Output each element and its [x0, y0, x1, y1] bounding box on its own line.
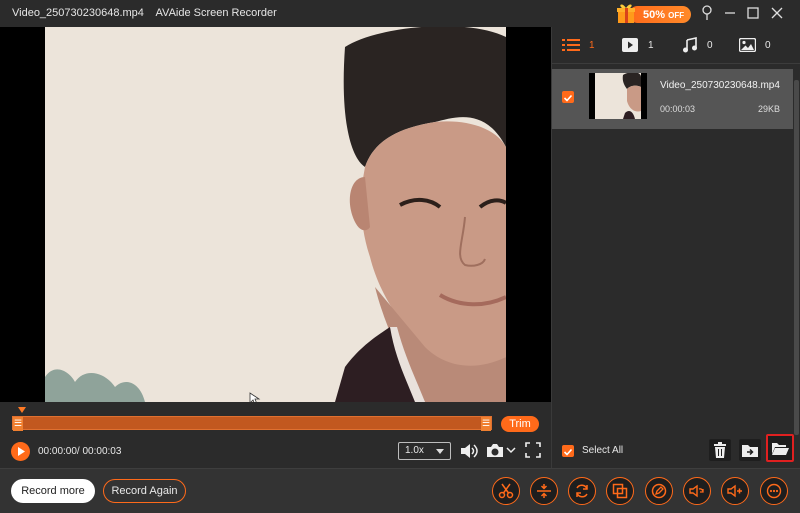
- tab-video-count: 1: [648, 40, 654, 51]
- record-more-button[interactable]: Record more: [11, 479, 95, 503]
- scissors-icon: [498, 483, 514, 499]
- chevron-down-icon[interactable]: [506, 446, 516, 454]
- file-duration: 00:00:03: [660, 104, 696, 114]
- volume-boost-tool-button[interactable]: [721, 477, 749, 505]
- promo-suffix: OFF: [668, 11, 685, 20]
- speed-value: 1.0x: [405, 445, 424, 456]
- trash-icon: [714, 442, 726, 458]
- promo-percent: 50%: [643, 9, 666, 21]
- playback-time: 00:00:00/ 00:00:03: [38, 446, 122, 457]
- checkmark-icon: [563, 448, 573, 456]
- play-icon: [18, 447, 25, 456]
- select-all-label[interactable]: Select All: [582, 445, 623, 456]
- cut-tool-button[interactable]: [492, 477, 520, 505]
- tab-image-count: 0: [765, 40, 771, 51]
- maximize-icon[interactable]: [742, 3, 764, 23]
- folder-export-icon: [742, 445, 758, 457]
- gift-icon: [617, 4, 635, 23]
- tab-audio-count: 0: [707, 40, 713, 51]
- file-checkbox[interactable]: [562, 91, 574, 103]
- copy-icon: [612, 483, 628, 499]
- trim-button[interactable]: Trim: [501, 416, 539, 432]
- tab-all-count: 1: [589, 40, 595, 51]
- media-tabs: 1 1 0 0: [552, 27, 800, 64]
- video-player[interactable]: [0, 27, 551, 402]
- close-icon[interactable]: [766, 3, 788, 23]
- more-options-button[interactable]: [760, 477, 788, 505]
- record-again-button[interactable]: Record Again: [103, 479, 186, 503]
- volume-icon[interactable]: [459, 442, 479, 460]
- timeline-panel: ☰ ☰ Trim 00:00:00/ 00:00:03 1.0x: [0, 402, 551, 468]
- thumbnail-image: [589, 73, 647, 119]
- open-folder-icon: [772, 443, 789, 455]
- image-icon: [739, 38, 756, 52]
- speaker-plus-icon: [727, 484, 742, 498]
- window-title: Video_250730230648.mp4 AVAide Screen Rec…: [12, 7, 277, 19]
- bottom-toolbar: Record more Record Again: [0, 468, 800, 513]
- edit-tool-button[interactable]: [645, 477, 673, 505]
- play-button[interactable]: [11, 442, 30, 461]
- chevron-down-icon: [436, 449, 444, 454]
- edit-icon: [651, 483, 667, 499]
- pin-icon[interactable]: [696, 3, 718, 23]
- promo-text: 50% OFF: [643, 9, 684, 21]
- file-sidebar: 1 1 0 0 Video_250730230648.mp4 00:00:03 …: [551, 27, 800, 468]
- open-folder-button[interactable]: [766, 434, 794, 462]
- video-icon: [622, 38, 638, 52]
- video-frame: [45, 27, 506, 402]
- refresh-icon: [576, 484, 588, 498]
- merge-tool-button[interactable]: [606, 477, 634, 505]
- export-folder-button[interactable]: [739, 439, 761, 461]
- file-size: 29KB: [758, 104, 781, 114]
- trim-end-handle[interactable]: ☰: [481, 417, 491, 431]
- speed-select[interactable]: 1.0x: [398, 442, 451, 460]
- compress-tool-button[interactable]: [530, 477, 558, 505]
- delete-button[interactable]: [709, 439, 731, 461]
- checkmark-icon: [563, 94, 573, 102]
- promo-badge[interactable]: 50% OFF: [613, 2, 693, 24]
- playhead-marker[interactable]: [18, 407, 26, 413]
- minimize-icon[interactable]: [719, 3, 741, 23]
- title-bar: Video_250730230648.mp4 AVAide Screen Rec…: [0, 0, 800, 27]
- audio-icon: [683, 37, 697, 53]
- file-thumbnail: [589, 73, 647, 119]
- sidebar-scrollbar[interactable]: [794, 80, 799, 435]
- file-name: Video_250730230648.mp4: [660, 80, 780, 91]
- trim-start-handle[interactable]: ☰: [13, 417, 23, 431]
- trim-track[interactable]: ☰ ☰: [12, 416, 492, 431]
- fullscreen-icon[interactable]: [525, 442, 541, 458]
- more-icon: [766, 483, 782, 499]
- convert-tool-button[interactable]: [568, 477, 596, 505]
- select-all-checkbox[interactable]: [562, 445, 574, 457]
- file-list-item[interactable]: Video_250730230648.mp4 00:00:03 29KB: [552, 69, 793, 129]
- compress-icon: [537, 484, 551, 498]
- list-icon: [562, 39, 580, 51]
- audio-adjust-tool-button[interactable]: [683, 477, 711, 505]
- camera-icon[interactable]: [486, 442, 504, 460]
- speaker-refresh-icon: [689, 484, 704, 498]
